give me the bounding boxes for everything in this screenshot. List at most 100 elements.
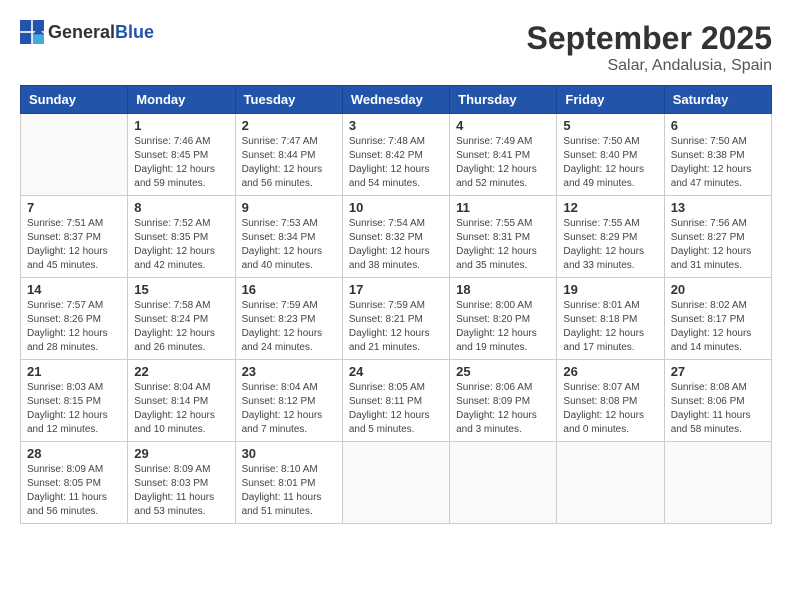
calendar-cell: 17 Sunrise: 7:59 AM Sunset: 8:21 PM Dayli… [342,278,449,360]
calendar-cell [342,442,449,524]
day-info: Sunrise: 7:59 AM Sunset: 8:23 PM Dayligh… [242,299,336,355]
column-header-tuesday: Tuesday [235,86,342,114]
calendar-cell: 7 Sunrise: 7:51 AM Sunset: 8:37 PM Daylig… [21,196,128,278]
day-number: 5 [563,118,657,133]
calendar-cell: 5 Sunrise: 7:50 AM Sunset: 8:40 PM Daylig… [557,114,664,196]
page-header: GeneralBlue September 2025 Salar, Andalu… [20,20,772,75]
day-info: Sunrise: 7:46 AM Sunset: 8:45 PM Dayligh… [134,135,228,191]
calendar-cell: 10Sunrise: 7:54 AM Sunset: 8:32 PM Dayli… [342,196,449,278]
day-info: Sunrise: 8:08 AM Sunset: 8:06 PM Dayligh… [671,381,765,437]
day-number: 22 [134,364,228,379]
day-number: 20 [671,282,765,297]
calendar-cell: 23Sunrise: 8:04 AM Sunset: 8:12 PM Dayli… [235,360,342,442]
calendar-cell: 21 Sunrise: 8:03 AM Sunset: 8:15 PM Dayli… [21,360,128,442]
month-year-title: September 2025 [527,20,772,57]
day-info: Sunrise: 8:02 AM Sunset: 8:17 PM Dayligh… [671,299,765,355]
column-header-wednesday: Wednesday [342,86,449,114]
day-number: 15 [134,282,228,297]
day-number: 4 [456,118,550,133]
column-header-saturday: Saturday [664,86,771,114]
logo-general: General [48,22,115,42]
day-info: Sunrise: 7:47 AM Sunset: 8:44 PM Dayligh… [242,135,336,191]
day-info: Sunrise: 8:01 AM Sunset: 8:18 PM Dayligh… [563,299,657,355]
calendar-cell [664,442,771,524]
location-subtitle: Salar, Andalusia, Spain [527,57,772,75]
day-number: 12 [563,200,657,215]
day-number: 27 [671,364,765,379]
calendar-cell: 22 Sunrise: 8:04 AM Sunset: 8:14 PM Dayli… [128,360,235,442]
calendar-cell: 2 Sunrise: 7:47 AM Sunset: 8:44 PM Daylig… [235,114,342,196]
day-info: Sunrise: 8:06 AM Sunset: 8:09 PM Dayligh… [456,381,550,437]
calendar-cell: 11 Sunrise: 7:55 AM Sunset: 8:31 PM Dayli… [450,196,557,278]
calendar-week-row: 7 Sunrise: 7:51 AM Sunset: 8:37 PM Daylig… [21,196,772,278]
calendar-cell: 6 Sunrise: 7:50 AM Sunset: 8:38 PM Daylig… [664,114,771,196]
title-block: September 2025 Salar, Andalusia, Spain [527,20,772,75]
day-number: 25 [456,364,550,379]
day-info: Sunrise: 7:49 AM Sunset: 8:41 PM Dayligh… [456,135,550,191]
day-number: 6 [671,118,765,133]
calendar-cell: 16 Sunrise: 7:59 AM Sunset: 8:23 PM Dayli… [235,278,342,360]
calendar-cell: 28 Sunrise: 8:09 AM Sunset: 8:05 PM Dayli… [21,442,128,524]
day-number: 2 [242,118,336,133]
day-info: Sunrise: 8:09 AM Sunset: 8:03 PM Dayligh… [134,463,228,519]
day-info: Sunrise: 8:05 AM Sunset: 8:11 PM Dayligh… [349,381,443,437]
day-info: Sunrise: 7:52 AM Sunset: 8:35 PM Dayligh… [134,217,228,273]
day-number: 28 [27,446,121,461]
calendar-week-row: 21 Sunrise: 8:03 AM Sunset: 8:15 PM Dayli… [21,360,772,442]
calendar-week-row: 14Sunrise: 7:57 AM Sunset: 8:26 PM Dayli… [21,278,772,360]
day-info: Sunrise: 8:04 AM Sunset: 8:14 PM Dayligh… [134,381,228,437]
day-info: Sunrise: 8:04 AM Sunset: 8:12 PM Dayligh… [242,381,336,437]
day-info: Sunrise: 7:51 AM Sunset: 8:37 PM Dayligh… [27,217,121,273]
day-number: 13 [671,200,765,215]
day-number: 26 [563,364,657,379]
calendar-cell: 9Sunrise: 7:53 AM Sunset: 8:34 PM Daylig… [235,196,342,278]
calendar-cell [450,442,557,524]
day-number: 7 [27,200,121,215]
calendar-cell: 24 Sunrise: 8:05 AM Sunset: 8:11 PM Dayli… [342,360,449,442]
calendar-cell: 19Sunrise: 8:01 AM Sunset: 8:18 PM Dayli… [557,278,664,360]
calendar-cell: 25 Sunrise: 8:06 AM Sunset: 8:09 PM Dayli… [450,360,557,442]
column-header-thursday: Thursday [450,86,557,114]
day-info: Sunrise: 7:59 AM Sunset: 8:21 PM Dayligh… [349,299,443,355]
day-info: Sunrise: 8:10 AM Sunset: 8:01 PM Dayligh… [242,463,336,519]
logo: GeneralBlue [20,20,154,44]
day-info: Sunrise: 7:55 AM Sunset: 8:31 PM Dayligh… [456,217,550,273]
calendar-cell: 13 Sunrise: 7:56 AM Sunset: 8:27 PM Dayli… [664,196,771,278]
calendar-cell: 1 Sunrise: 7:46 AM Sunset: 8:45 PM Daylig… [128,114,235,196]
calendar-cell [557,442,664,524]
calendar-week-row: 1 Sunrise: 7:46 AM Sunset: 8:45 PM Daylig… [21,114,772,196]
calendar-week-row: 28 Sunrise: 8:09 AM Sunset: 8:05 PM Dayli… [21,442,772,524]
calendar-cell: 30 Sunrise: 8:10 AM Sunset: 8:01 PM Dayli… [235,442,342,524]
column-header-monday: Monday [128,86,235,114]
day-info: Sunrise: 8:00 AM Sunset: 8:20 PM Dayligh… [456,299,550,355]
day-number: 16 [242,282,336,297]
day-info: Sunrise: 8:09 AM Sunset: 8:05 PM Dayligh… [27,463,121,519]
day-number: 17 [349,282,443,297]
calendar-cell: 8 Sunrise: 7:52 AM Sunset: 8:35 PM Daylig… [128,196,235,278]
day-number: 11 [456,200,550,215]
day-number: 8 [134,200,228,215]
day-info: Sunrise: 7:50 AM Sunset: 8:38 PM Dayligh… [671,135,765,191]
day-info: Sunrise: 8:07 AM Sunset: 8:08 PM Dayligh… [563,381,657,437]
logo-blue: Blue [115,22,154,42]
day-info: Sunrise: 7:50 AM Sunset: 8:40 PM Dayligh… [563,135,657,191]
day-number: 1 [134,118,228,133]
day-info: Sunrise: 7:55 AM Sunset: 8:29 PM Dayligh… [563,217,657,273]
calendar-cell: 15 Sunrise: 7:58 AM Sunset: 8:24 PM Dayli… [128,278,235,360]
calendar-cell: 14Sunrise: 7:57 AM Sunset: 8:26 PM Dayli… [21,278,128,360]
calendar-cell: 27 Sunrise: 8:08 AM Sunset: 8:06 PM Dayli… [664,360,771,442]
day-info: Sunrise: 7:56 AM Sunset: 8:27 PM Dayligh… [671,217,765,273]
day-number: 30 [242,446,336,461]
calendar-cell: 29Sunrise: 8:09 AM Sunset: 8:03 PM Dayli… [128,442,235,524]
calendar-cell: 20 Sunrise: 8:02 AM Sunset: 8:17 PM Dayli… [664,278,771,360]
day-info: Sunrise: 7:53 AM Sunset: 8:34 PM Dayligh… [242,217,336,273]
calendar-header-row: SundayMondayTuesdayWednesdayThursdayFrid… [21,86,772,114]
day-info: Sunrise: 7:54 AM Sunset: 8:32 PM Dayligh… [349,217,443,273]
day-info: Sunrise: 8:03 AM Sunset: 8:15 PM Dayligh… [27,381,121,437]
day-number: 24 [349,364,443,379]
column-header-sunday: Sunday [21,86,128,114]
day-info: Sunrise: 7:58 AM Sunset: 8:24 PM Dayligh… [134,299,228,355]
day-number: 21 [27,364,121,379]
column-header-friday: Friday [557,86,664,114]
calendar-cell: 3Sunrise: 7:48 AM Sunset: 8:42 PM Daylig… [342,114,449,196]
